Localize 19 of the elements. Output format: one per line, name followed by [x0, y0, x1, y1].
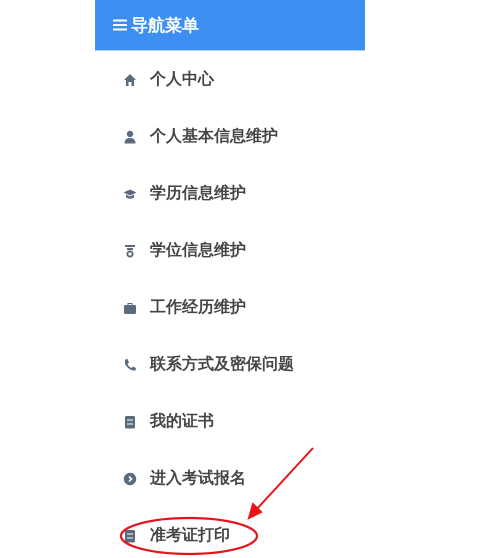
menu-item[interactable]: 我的证书: [150, 411, 214, 432]
menu-title: 导航菜单: [131, 14, 199, 36]
menu-item[interactable]: 学历信息维护: [150, 183, 246, 204]
briefcase-icon: [123, 300, 137, 314]
menu-item[interactable]: 联系方式及密保问题: [150, 354, 294, 375]
book-icon: [123, 414, 137, 428]
user-icon: [123, 130, 137, 144]
menu-item[interactable]: 进入考试报名: [150, 468, 246, 489]
menu-item[interactable]: 个人基本信息维护: [150, 126, 278, 147]
menu-item[interactable]: 学位信息维护: [150, 240, 246, 261]
book-icon: [123, 528, 137, 542]
menu-item[interactable]: 个人中心: [150, 69, 214, 90]
home-icon: [123, 72, 137, 86]
graduation-cap-icon: [123, 186, 137, 200]
menu-item[interactable]: 工作经历维护: [150, 297, 246, 318]
chevron-circle-icon: [123, 472, 137, 486]
menu-icon[interactable]: [113, 18, 127, 32]
phone-icon: [123, 358, 137, 372]
medal-icon: [123, 244, 137, 258]
